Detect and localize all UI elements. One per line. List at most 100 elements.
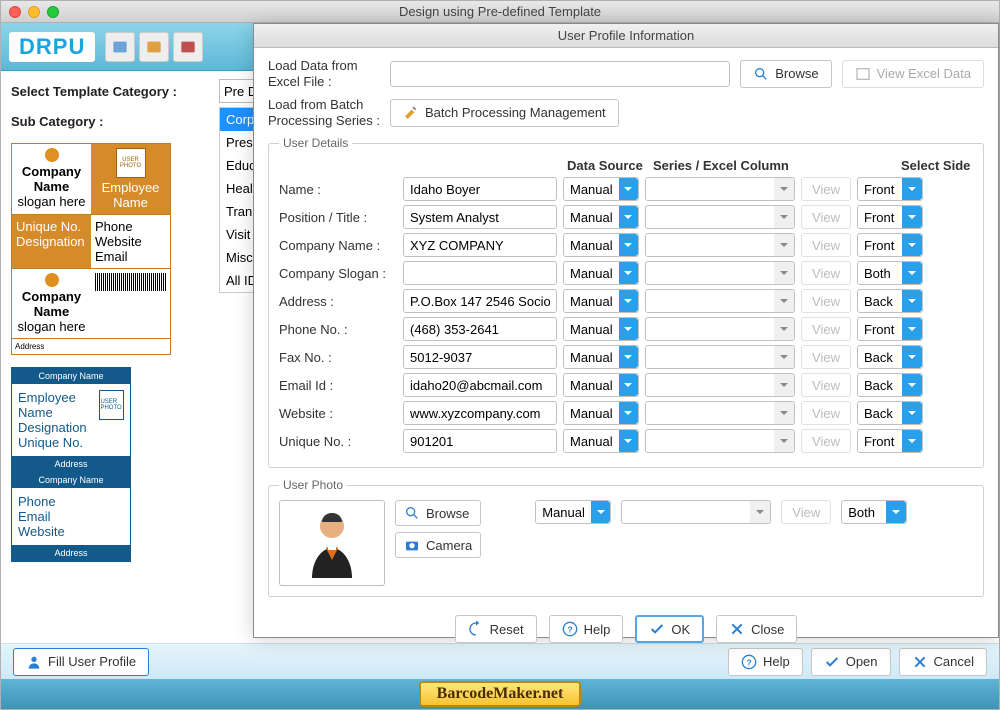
data-source-select[interactable]: Manual [563, 289, 639, 313]
side-select[interactable]: Back [857, 289, 923, 313]
photo-side-select[interactable]: Both [841, 500, 907, 524]
side-select[interactable]: Front [857, 429, 923, 453]
excel-path-input[interactable] [390, 61, 730, 87]
series-select[interactable] [645, 401, 795, 425]
user-detail-row: Unique No. :ManualViewFront [279, 429, 973, 453]
chevron-down-icon [902, 402, 922, 424]
series-select[interactable] [645, 261, 795, 285]
field-label: Email Id : [279, 378, 397, 393]
chevron-down-icon [902, 206, 922, 228]
logo: DRPU [9, 32, 95, 62]
chevron-down-icon [774, 290, 794, 312]
search-icon [753, 66, 769, 82]
side-select[interactable]: Back [857, 373, 923, 397]
field-input[interactable] [403, 401, 557, 425]
series-select[interactable] [645, 429, 795, 453]
field-input[interactable] [403, 373, 557, 397]
field-input[interactable] [403, 233, 557, 257]
data-source-select[interactable]: Manual [563, 373, 639, 397]
side-select[interactable]: Back [857, 401, 923, 425]
template-preview-2[interactable]: Company Name Employee Name Designation U… [11, 367, 131, 562]
field-input[interactable] [403, 317, 557, 341]
data-source-select[interactable]: Manual [563, 205, 639, 229]
series-select[interactable] [645, 233, 795, 257]
fill-user-profile-button[interactable]: Fill User Profile [13, 648, 149, 676]
data-source-select[interactable]: Manual [563, 429, 639, 453]
check-icon [649, 621, 665, 637]
ok-button[interactable]: OK [635, 615, 704, 643]
side-select[interactable]: Back [857, 345, 923, 369]
batch-processing-button[interactable]: Batch Processing Management [390, 99, 619, 127]
close-window-icon[interactable] [9, 6, 21, 18]
side-select[interactable]: Both [857, 261, 923, 285]
view-excel-button: View Excel Data [842, 60, 984, 88]
series-select[interactable] [645, 177, 795, 201]
camera-button[interactable]: Camera [395, 532, 481, 558]
close-button[interactable]: Close [716, 615, 797, 643]
preview-email: Email [95, 249, 128, 264]
minimize-window-icon[interactable] [28, 6, 40, 18]
view-button: View [801, 317, 851, 341]
series-select[interactable] [645, 345, 795, 369]
side-select[interactable]: Front [857, 205, 923, 229]
user-photo-legend: User Photo [279, 478, 347, 492]
user-photo-group: User Photo Brow [268, 478, 984, 597]
user-details-legend: User Details [279, 136, 352, 150]
card-icon [105, 32, 135, 62]
chevron-down-icon [619, 262, 638, 284]
field-label: Fax No. : [279, 350, 397, 365]
user-detail-row: Website :ManualViewBack [279, 401, 973, 425]
field-input[interactable] [403, 429, 557, 453]
field-input[interactable] [403, 261, 557, 285]
data-source-select[interactable]: Manual [563, 233, 639, 257]
field-input[interactable] [403, 205, 557, 229]
help-button[interactable]: ? Help [549, 615, 624, 643]
side-select[interactable]: Front [857, 317, 923, 341]
card-icon [173, 32, 203, 62]
series-select[interactable] [645, 205, 795, 229]
field-input[interactable] [403, 289, 557, 313]
preview-company: Company Name [22, 164, 81, 194]
series-select[interactable] [645, 289, 795, 313]
category-label: Select Template Category : [11, 84, 211, 99]
chevron-down-icon [774, 234, 794, 256]
reset-button[interactable]: Reset [455, 615, 537, 643]
field-input[interactable] [403, 177, 557, 201]
user-details-group: User Details Data Source Series / Excel … [268, 136, 984, 468]
field-label: Name : [279, 182, 397, 197]
preview-emp: Employee Name [102, 180, 160, 210]
data-source-select[interactable]: Manual [563, 401, 639, 425]
preview-photo: USER PHOTO [116, 148, 146, 178]
field-label: Position / Title : [279, 210, 397, 225]
user-icon [26, 654, 42, 670]
maximize-window-icon[interactable] [47, 6, 59, 18]
side-select[interactable]: Front [857, 233, 923, 257]
field-input[interactable] [403, 345, 557, 369]
chevron-down-icon [902, 262, 922, 284]
chevron-down-icon [619, 234, 638, 256]
photo-data-source-select[interactable]: Manual [535, 500, 611, 524]
header-card-icons [105, 32, 203, 62]
data-source-select[interactable]: Manual [563, 261, 639, 285]
chevron-down-icon [619, 430, 638, 452]
data-source-select[interactable]: Manual [563, 317, 639, 341]
field-label: Website : [279, 406, 397, 421]
chevron-down-icon [774, 402, 794, 424]
user-detail-row: Phone No. : Manual ViewFront [279, 317, 973, 341]
load-excel-label: Load Data from Excel File : [268, 58, 380, 89]
load-batch-label: Load from Batch Processing Series : [268, 97, 380, 128]
view-button: View [801, 205, 851, 229]
photo-series-select[interactable] [621, 500, 771, 524]
browse-photo-button[interactable]: Browse [395, 500, 481, 526]
data-source-select[interactable]: Manual [563, 345, 639, 369]
series-select[interactable] [645, 317, 795, 341]
svg-text:?: ? [567, 625, 572, 635]
chevron-down-icon [902, 318, 922, 340]
template-preview-1[interactable]: Company Name slogan here USER PHOTO Empl… [11, 143, 171, 562]
user-profile-modal: User Profile Information Load Data from … [253, 23, 999, 638]
data-source-select[interactable]: Manual [563, 177, 639, 201]
field-label: Phone No. : [279, 322, 397, 337]
side-select[interactable]: Front [857, 177, 923, 201]
series-select[interactable] [645, 373, 795, 397]
browse-excel-button[interactable]: Browse [740, 60, 831, 88]
